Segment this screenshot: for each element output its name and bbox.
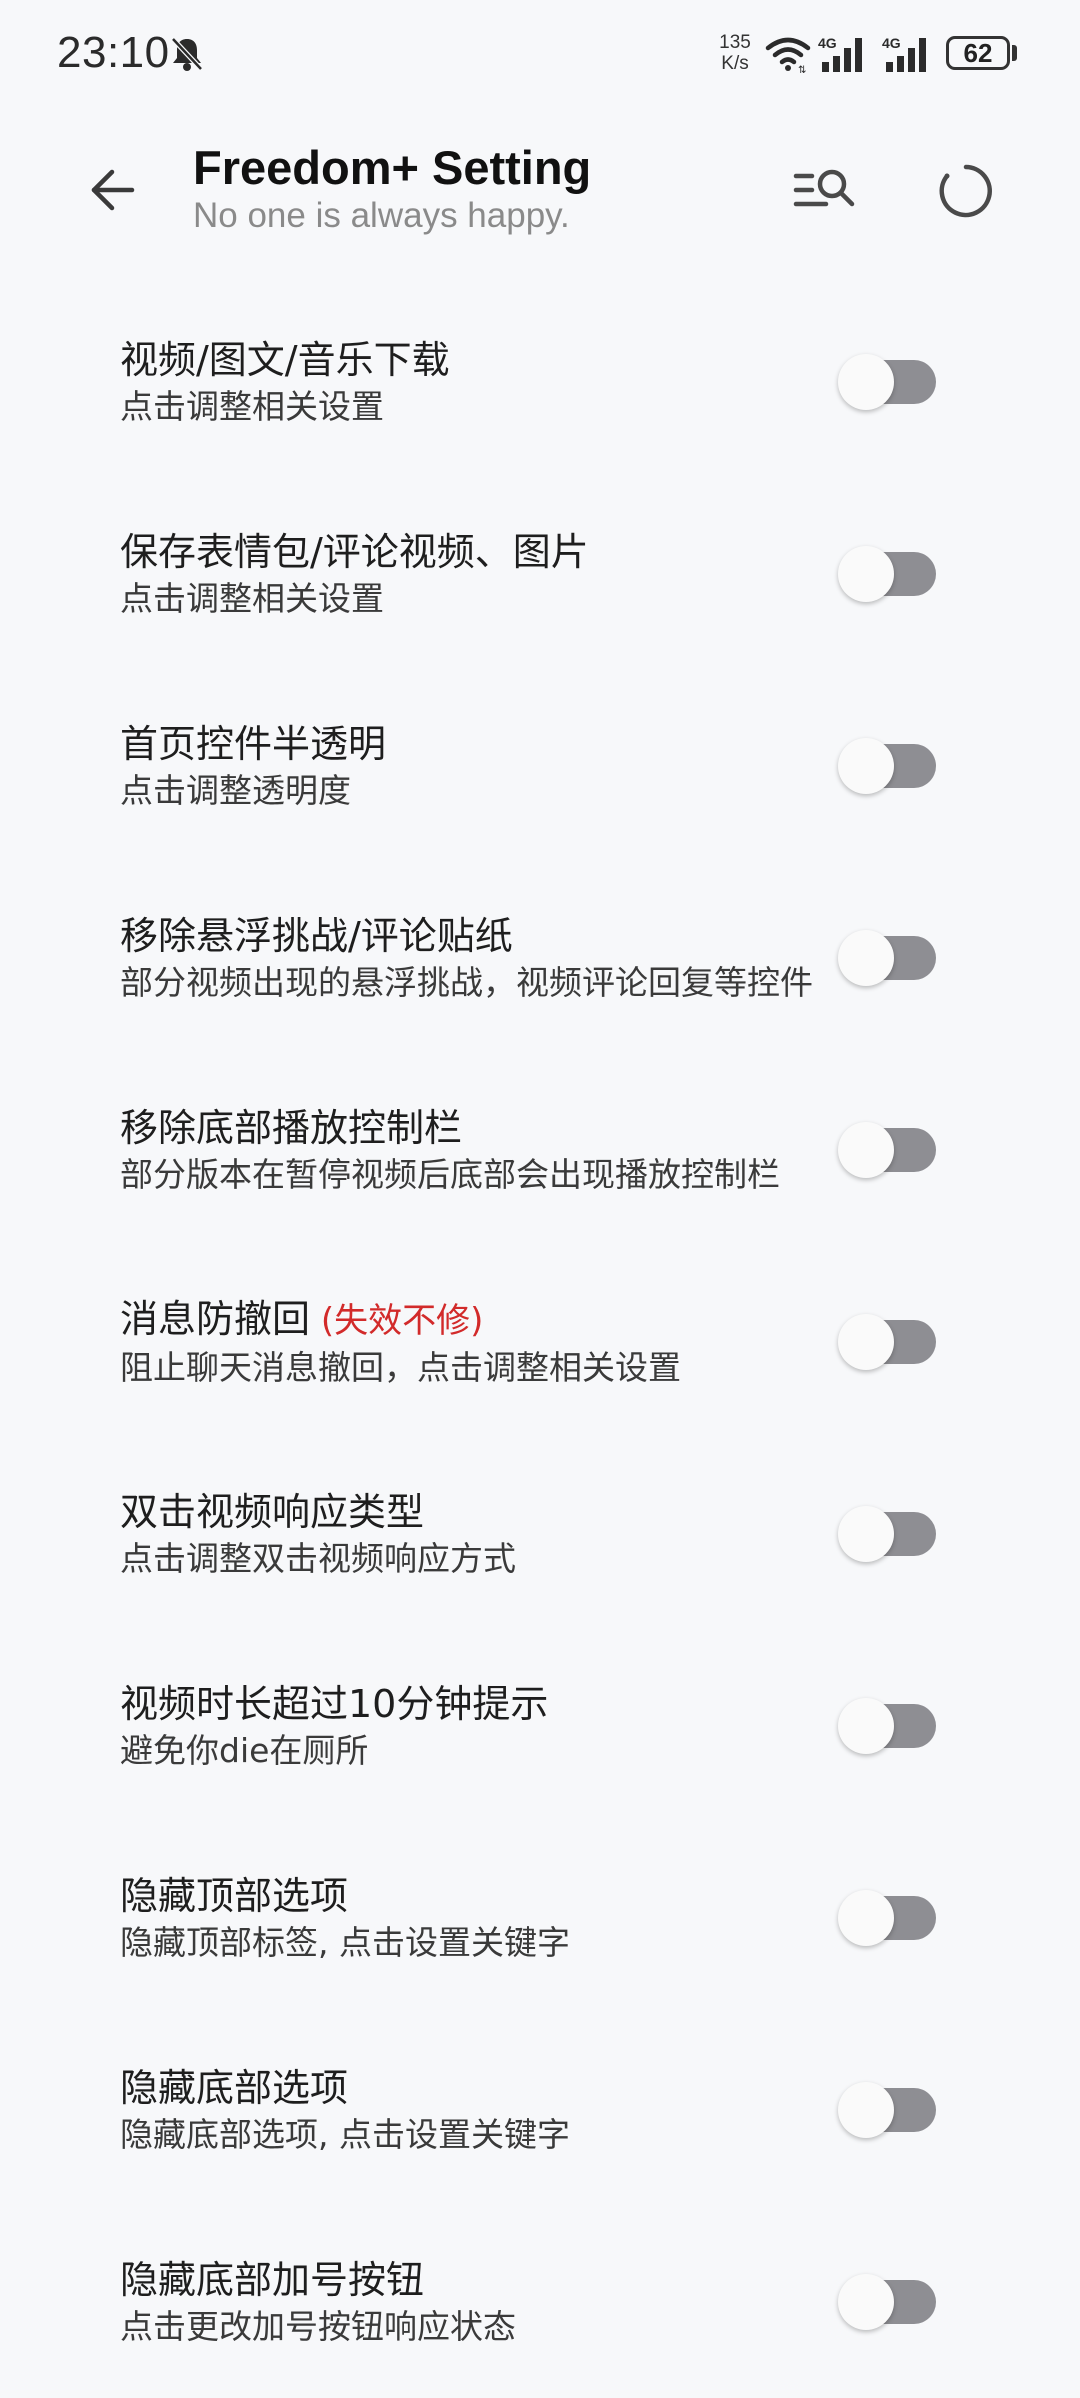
- toggle-knob: [838, 354, 894, 410]
- setting-title-text: 消息防撤回: [120, 1297, 311, 1341]
- setting-title: 隐藏顶部选项: [120, 1872, 820, 1920]
- setting-toggle-4[interactable]: [838, 1122, 938, 1178]
- toggle-knob: [838, 738, 894, 794]
- signal-4g-icon: 4G: [882, 35, 926, 72]
- toggle-knob: [838, 1506, 894, 1562]
- svg-text:⇅: ⇅: [798, 65, 806, 74]
- setting-title-text: 隐藏顶部选项: [120, 1874, 349, 1918]
- setting-description: 部分版本在暂停视频后底部会出现播放控制栏: [120, 1155, 780, 1194]
- network-speed: 135 K/s: [712, 32, 758, 74]
- setting-row-9[interactable]: 隐藏底部选项 隐藏底部选项, 点击设置关键字: [0, 2014, 1080, 2206]
- toggle-knob: [838, 930, 894, 986]
- setting-description: 点击调整相关设置: [120, 387, 384, 426]
- setting-row-10[interactable]: 隐藏底部加号按钮 点击更改加号按钮响应状态: [0, 2206, 1080, 2398]
- page-subtitle: No one is always happy.: [193, 196, 570, 235]
- setting-text: 保存表情包/评论视频、图片 点击调整相关设置: [120, 478, 820, 670]
- setting-text: 视频/图文/音乐下载 点击调整相关设置: [120, 286, 820, 478]
- setting-description: 阻止聊天消息撤回，点击调整相关设置: [120, 1348, 681, 1387]
- setting-row-3[interactable]: 移除悬浮挑战/评论贴纸 部分视频出现的悬浮挑战，视频评论回复等控件: [0, 862, 1080, 1054]
- setting-toggle-9[interactable]: [838, 2082, 938, 2138]
- settings-list: 视频/图文/音乐下载 点击调整相关设置 保存表情包/评论视频、图片 点击调整相关…: [0, 286, 1080, 2398]
- network-speed-value: 135: [719, 32, 751, 53]
- setting-description: 隐藏顶部标签, 点击设置关键字: [120, 1923, 570, 1962]
- toggle-knob: [838, 1314, 894, 1370]
- setting-title-text: 保存表情包/评论视频、图片: [120, 530, 589, 574]
- setting-row-4[interactable]: 移除底部播放控制栏 部分版本在暂停视频后底部会出现播放控制栏: [0, 1054, 1080, 1246]
- setting-title: 移除底部播放控制栏: [120, 1104, 820, 1152]
- battery-tip: [1012, 45, 1017, 61]
- setting-text: 隐藏底部加号按钮 点击更改加号按钮响应状态: [120, 2206, 820, 2398]
- toggle-knob: [838, 2274, 894, 2330]
- setting-title: 双击视频响应类型: [120, 1488, 820, 1536]
- setting-text: 隐藏底部选项 隐藏底部选项, 点击设置关键字: [120, 2014, 820, 2206]
- setting-title: 保存表情包/评论视频、图片: [120, 528, 820, 576]
- setting-title: 隐藏底部选项: [120, 2064, 820, 2112]
- setting-title-text: 移除底部播放控制栏: [120, 1106, 463, 1150]
- setting-text: 消息防撤回 (失效不修) 阻止聊天消息撤回，点击调整相关设置: [120, 1246, 820, 1438]
- toggle-knob: [838, 1122, 894, 1178]
- setting-title-text: 隐藏底部选项: [120, 2066, 349, 2110]
- page-title: Freedom+ Setting: [193, 141, 592, 194]
- toggle-knob: [838, 1698, 894, 1754]
- status-time: 23:10: [57, 28, 170, 77]
- setting-row-7[interactable]: 视频时长超过10分钟提示 避免你die在厕所: [0, 1630, 1080, 1822]
- setting-description: 点击调整双击视频响应方式: [120, 1539, 516, 1578]
- setting-text: 移除底部播放控制栏 部分版本在暂停视频后底部会出现播放控制栏: [120, 1054, 820, 1246]
- setting-title-text: 首页控件半透明: [120, 722, 387, 766]
- svg-text:4G: 4G: [818, 35, 837, 51]
- setting-title: 移除悬浮挑战/评论贴纸: [120, 912, 820, 960]
- setting-description: 隐藏底部选项, 点击设置关键字: [120, 2115, 570, 2154]
- setting-description: 部分视频出现的悬浮挑战，视频评论回复等控件: [120, 963, 813, 1002]
- setting-row-6[interactable]: 双击视频响应类型 点击调整双击视频响应方式: [0, 1438, 1080, 1630]
- wifi-icon: ⇅: [765, 37, 811, 74]
- setting-toggle-2[interactable]: [838, 738, 938, 794]
- setting-toggle-1[interactable]: [838, 546, 938, 602]
- setting-description: 点击调整透明度: [120, 771, 351, 810]
- setting-warning-note: (失效不修): [310, 1301, 484, 1341]
- toggle-knob: [838, 546, 894, 602]
- refresh-icon[interactable]: [937, 162, 995, 220]
- setting-toggle-7[interactable]: [838, 1698, 938, 1754]
- battery-indicator: 62: [946, 36, 1010, 70]
- setting-description: 避免你die在厕所: [120, 1731, 369, 1770]
- signal-4g-icon: 4G: [818, 35, 862, 72]
- setting-text: 首页控件半透明 点击调整透明度: [120, 670, 820, 862]
- setting-row-8[interactable]: 隐藏顶部选项 隐藏顶部标签, 点击设置关键字: [0, 1822, 1080, 2014]
- setting-toggle-3[interactable]: [838, 930, 938, 986]
- setting-toggle-0[interactable]: [838, 354, 938, 410]
- setting-description: 点击调整相关设置: [120, 579, 384, 618]
- setting-title: 首页控件半透明: [120, 720, 820, 768]
- setting-title: 视频时长超过10分钟提示: [120, 1680, 820, 1728]
- toggle-knob: [838, 1890, 894, 1946]
- setting-title: 隐藏底部加号按钮: [120, 2256, 820, 2304]
- setting-toggle-10[interactable]: [838, 2274, 938, 2330]
- setting-row-2[interactable]: 首页控件半透明 点击调整透明度: [0, 670, 1080, 862]
- setting-description: 点击更改加号按钮响应状态: [120, 2307, 516, 2346]
- setting-row-1[interactable]: 保存表情包/评论视频、图片 点击调整相关设置: [0, 478, 1080, 670]
- bell-off-icon: [171, 37, 203, 71]
- list-search-icon[interactable]: [792, 162, 860, 218]
- setting-title: 视频/图文/音乐下载: [120, 336, 820, 384]
- setting-row-5[interactable]: 消息防撤回 (失效不修) 阻止聊天消息撤回，点击调整相关设置: [0, 1246, 1080, 1438]
- svg-text:4G: 4G: [882, 35, 901, 51]
- setting-title-text: 移除悬浮挑战/评论贴纸: [120, 914, 513, 958]
- setting-row-0[interactable]: 视频/图文/音乐下载 点击调整相关设置: [0, 286, 1080, 478]
- back-arrow-icon[interactable]: [82, 160, 148, 220]
- setting-text: 隐藏顶部选项 隐藏顶部标签, 点击设置关键字: [120, 1822, 820, 2014]
- setting-toggle-6[interactable]: [838, 1506, 938, 1562]
- status-bar: 23:10 135 K/s ⇅ 4G 4G 62: [0, 0, 1080, 108]
- setting-text: 视频时长超过10分钟提示 避免你die在厕所: [120, 1630, 820, 1822]
- network-speed-unit: K/s: [721, 53, 749, 74]
- setting-text: 双击视频响应类型 点击调整双击视频响应方式: [120, 1438, 820, 1630]
- setting-title-text: 双击视频响应类型: [120, 1490, 425, 1534]
- setting-title-text: 视频/图文/音乐下载: [120, 338, 450, 382]
- setting-toggle-8[interactable]: [838, 1890, 938, 1946]
- setting-title-text: 视频时长超过10分钟提示: [120, 1682, 549, 1726]
- toggle-knob: [838, 2082, 894, 2138]
- setting-text: 移除悬浮挑战/评论贴纸 部分视频出现的悬浮挑战，视频评论回复等控件: [120, 862, 820, 1054]
- setting-title-text: 隐藏底部加号按钮: [120, 2258, 425, 2302]
- setting-title: 消息防撤回 (失效不修): [120, 1295, 820, 1345]
- setting-toggle-5[interactable]: [838, 1314, 938, 1370]
